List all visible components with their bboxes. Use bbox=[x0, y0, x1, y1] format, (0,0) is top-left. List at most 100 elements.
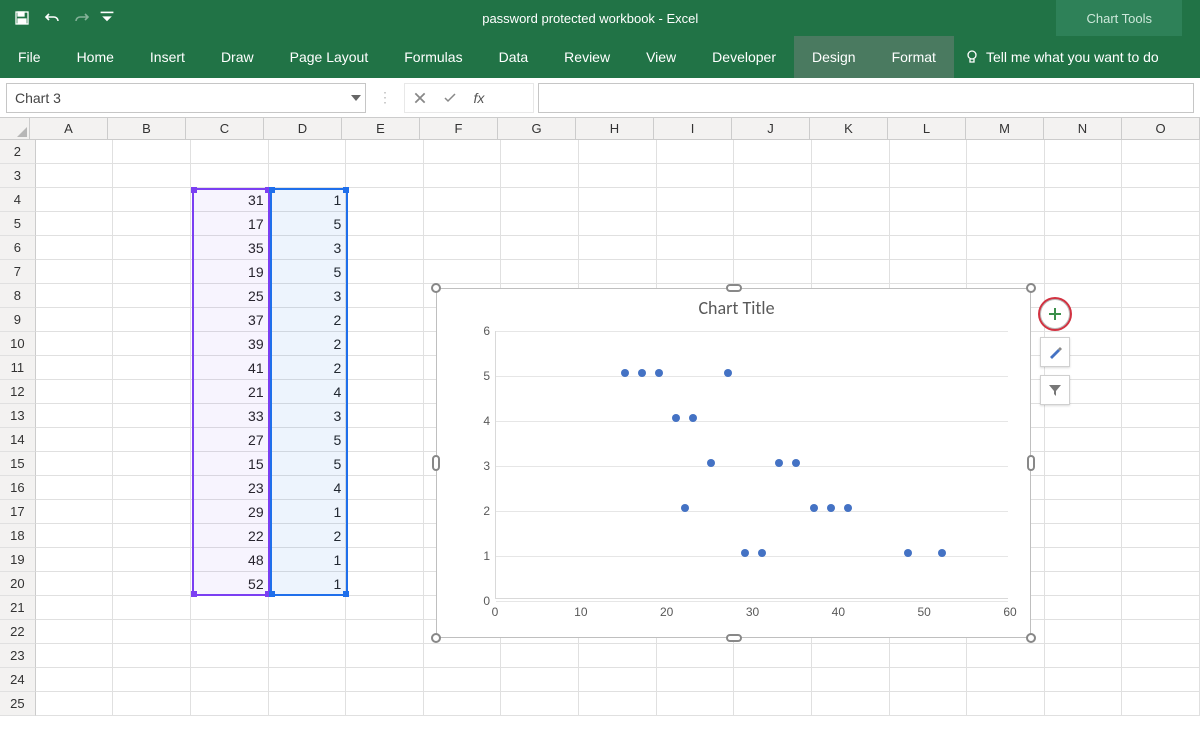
column-header[interactable]: B bbox=[108, 118, 186, 140]
cell[interactable] bbox=[579, 260, 657, 284]
cell[interactable] bbox=[346, 188, 424, 212]
cell[interactable] bbox=[890, 164, 968, 188]
cell[interactable] bbox=[113, 620, 191, 644]
cell[interactable] bbox=[36, 548, 114, 572]
row-header[interactable]: 17 bbox=[0, 500, 36, 524]
cell[interactable] bbox=[113, 596, 191, 620]
cell[interactable] bbox=[36, 164, 114, 188]
cell[interactable]: 29 bbox=[191, 500, 269, 524]
cell[interactable] bbox=[657, 188, 735, 212]
cell[interactable] bbox=[269, 620, 347, 644]
row-header[interactable]: 13 bbox=[0, 404, 36, 428]
cell[interactable] bbox=[657, 164, 735, 188]
cell[interactable] bbox=[1122, 140, 1200, 164]
cell[interactable] bbox=[36, 212, 114, 236]
column-header[interactable]: J bbox=[732, 118, 810, 140]
row-header[interactable]: 23 bbox=[0, 644, 36, 668]
tab-draw[interactable]: Draw bbox=[203, 36, 272, 78]
cell[interactable] bbox=[1122, 572, 1200, 596]
column-header[interactable]: L bbox=[888, 118, 966, 140]
data-point[interactable] bbox=[904, 549, 912, 557]
tab-review[interactable]: Review bbox=[546, 36, 628, 78]
cell[interactable] bbox=[501, 668, 579, 692]
cell[interactable] bbox=[113, 236, 191, 260]
tab-developer[interactable]: Developer bbox=[694, 36, 794, 78]
cell[interactable] bbox=[1122, 404, 1200, 428]
cell[interactable]: 52 bbox=[191, 572, 269, 596]
cell[interactable] bbox=[890, 644, 968, 668]
row-header[interactable]: 24 bbox=[0, 668, 36, 692]
cell[interactable] bbox=[501, 236, 579, 260]
cell[interactable] bbox=[1045, 212, 1123, 236]
scatter-chart[interactable]: Chart Title 01234560102030405060 bbox=[436, 288, 1031, 638]
row-header[interactable]: 22 bbox=[0, 620, 36, 644]
cell[interactable] bbox=[967, 668, 1045, 692]
row-header[interactable]: 16 bbox=[0, 476, 36, 500]
cell[interactable] bbox=[967, 140, 1045, 164]
cell[interactable] bbox=[346, 644, 424, 668]
cell[interactable] bbox=[1122, 356, 1200, 380]
cell[interactable] bbox=[501, 260, 579, 284]
cell[interactable] bbox=[1122, 500, 1200, 524]
cell[interactable]: 5 bbox=[269, 212, 347, 236]
row-header[interactable]: 9 bbox=[0, 308, 36, 332]
cell[interactable] bbox=[501, 188, 579, 212]
cell[interactable]: 22 bbox=[191, 524, 269, 548]
cell[interactable] bbox=[1122, 260, 1200, 284]
data-point[interactable] bbox=[689, 414, 697, 422]
cell[interactable]: 5 bbox=[269, 260, 347, 284]
cell[interactable] bbox=[36, 260, 114, 284]
cell[interactable] bbox=[657, 692, 735, 716]
chart-plot-area[interactable] bbox=[495, 331, 1008, 599]
worksheet-grid[interactable]: ABCDEFGHIJKLMNO 234311517563537195825393… bbox=[0, 118, 1200, 732]
cell[interactable] bbox=[734, 140, 812, 164]
tab-page-layout[interactable]: Page Layout bbox=[272, 36, 387, 78]
cell[interactable] bbox=[113, 644, 191, 668]
cell[interactable] bbox=[346, 668, 424, 692]
cell[interactable] bbox=[1045, 524, 1123, 548]
cell[interactable] bbox=[113, 692, 191, 716]
cell[interactable] bbox=[812, 140, 890, 164]
formula-bar-options-icon[interactable]: ⋮ bbox=[370, 83, 400, 113]
cell[interactable]: 27 bbox=[191, 428, 269, 452]
cell[interactable] bbox=[890, 236, 968, 260]
cell[interactable] bbox=[890, 260, 968, 284]
data-point[interactable] bbox=[741, 549, 749, 557]
cell[interactable] bbox=[36, 644, 114, 668]
cell[interactable] bbox=[579, 236, 657, 260]
cell[interactable] bbox=[579, 164, 657, 188]
column-header[interactable]: C bbox=[186, 118, 264, 140]
cell[interactable] bbox=[1122, 212, 1200, 236]
insert-function-icon[interactable]: fx bbox=[465, 90, 493, 106]
cell[interactable] bbox=[967, 692, 1045, 716]
row-header[interactable]: 12 bbox=[0, 380, 36, 404]
row-header[interactable]: 8 bbox=[0, 284, 36, 308]
row-header[interactable]: 25 bbox=[0, 692, 36, 716]
column-header[interactable]: E bbox=[342, 118, 420, 140]
cell[interactable] bbox=[812, 260, 890, 284]
cell[interactable] bbox=[424, 692, 502, 716]
cell[interactable] bbox=[1122, 332, 1200, 356]
cell[interactable] bbox=[346, 308, 424, 332]
formula-input[interactable] bbox=[538, 83, 1194, 113]
cell[interactable] bbox=[113, 332, 191, 356]
cell[interactable] bbox=[1045, 620, 1123, 644]
column-header[interactable]: O bbox=[1122, 118, 1200, 140]
data-point[interactable] bbox=[672, 414, 680, 422]
cell[interactable] bbox=[36, 356, 114, 380]
cell[interactable] bbox=[579, 644, 657, 668]
cell[interactable] bbox=[1122, 452, 1200, 476]
cell[interactable] bbox=[501, 212, 579, 236]
cell[interactable] bbox=[113, 260, 191, 284]
cell[interactable]: 15 bbox=[191, 452, 269, 476]
cell[interactable] bbox=[967, 644, 1045, 668]
cell[interactable]: 5 bbox=[269, 428, 347, 452]
cell[interactable] bbox=[1122, 428, 1200, 452]
cell[interactable] bbox=[812, 668, 890, 692]
data-point[interactable] bbox=[707, 459, 715, 467]
column-header[interactable]: M bbox=[966, 118, 1044, 140]
cell[interactable]: 5 bbox=[269, 452, 347, 476]
cell[interactable] bbox=[579, 692, 657, 716]
cell[interactable] bbox=[1122, 236, 1200, 260]
redo-icon[interactable] bbox=[68, 4, 96, 32]
